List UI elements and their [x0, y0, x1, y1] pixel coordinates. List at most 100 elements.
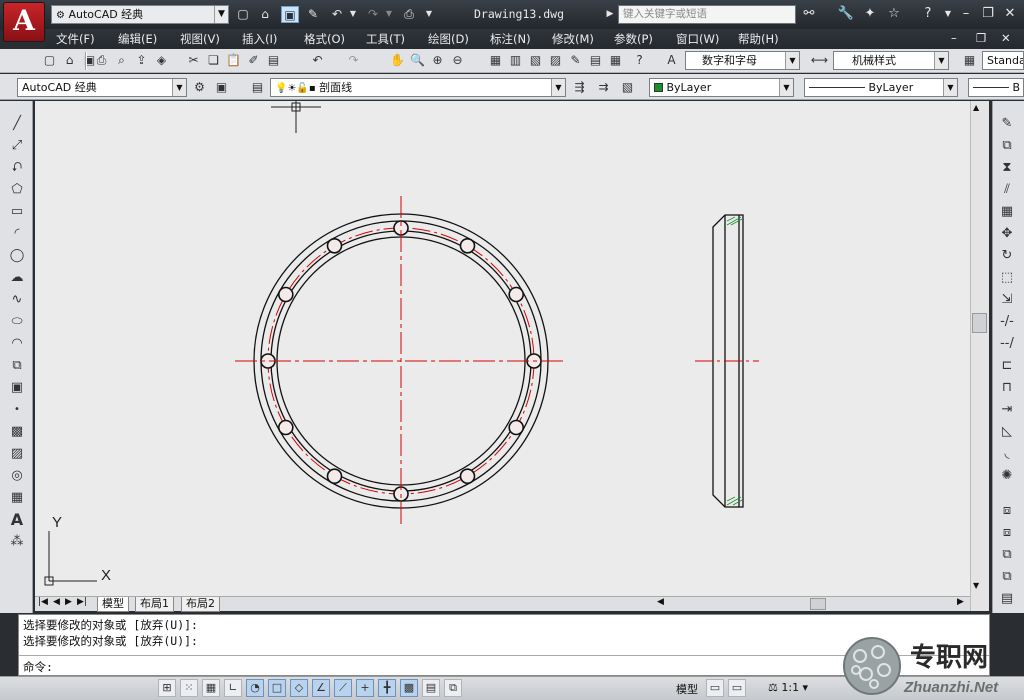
help-icon[interactable]: ? — [918, 5, 938, 24]
markup-icon[interactable]: ✎ — [566, 51, 585, 70]
break-icon[interactable]: ⊓ — [997, 378, 1017, 398]
print-icon[interactable]: ⎙ — [92, 51, 111, 70]
ellipse-arc-icon[interactable]: ◠ — [7, 334, 27, 354]
paste-icon[interactable]: 📋 — [224, 51, 243, 70]
bolt-hole[interactable] — [459, 238, 476, 254]
lineweight-select[interactable]: B — [968, 78, 1024, 97]
drawing-area[interactable]: Y X — [35, 101, 970, 596]
key-icon[interactable]: 🔧 — [836, 5, 856, 24]
tool-palettes-icon[interactable]: ▧ — [526, 51, 545, 70]
spline-icon[interactable]: ∿ — [7, 290, 27, 310]
open-icon[interactable]: ⌂ — [60, 51, 79, 70]
search-input[interactable]: 键入关键字或短语 — [618, 5, 796, 24]
model-space-label[interactable]: 模型 — [676, 681, 698, 697]
draworder-above-icon[interactable]: ⧉ — [997, 545, 1017, 565]
copy-object-icon[interactable]: ⧉ — [997, 136, 1017, 156]
point-icon[interactable]: • — [7, 400, 27, 420]
menu-tools[interactable]: 工具(T) — [366, 31, 405, 47]
title-expand-icon[interactable]: ▶ — [600, 5, 620, 24]
arc-icon[interactable]: ◜ — [7, 224, 27, 244]
show-lineweight-icon[interactable]: ╋ — [378, 679, 396, 697]
quick-properties-icon[interactable]: ▤ — [422, 679, 440, 697]
bolt-hole[interactable] — [508, 419, 525, 436]
tab-nav-last-icon[interactable]: ▶| — [77, 597, 87, 607]
selection-cycling-icon[interactable]: ⧉ — [444, 679, 462, 697]
copy-icon[interactable]: ❏ — [204, 51, 223, 70]
tab-layout2[interactable]: 布局2 — [181, 597, 220, 612]
draworder-back-icon[interactable]: ⧈ — [997, 523, 1017, 543]
print-preview-icon[interactable]: ⌕ — [112, 51, 131, 70]
scroll-thumb[interactable] — [972, 313, 987, 333]
rotate-icon[interactable]: ↻ — [997, 246, 1017, 266]
join-icon[interactable]: ⇥ — [997, 400, 1017, 420]
move-icon[interactable]: ✥ — [997, 224, 1017, 244]
add-selected-icon[interactable]: ⁂ — [7, 532, 27, 552]
menu-format[interactable]: 格式(O) — [304, 31, 345, 47]
break-at-point-icon[interactable]: ⊏ — [997, 356, 1017, 376]
menu-close[interactable]: ✕ — [1001, 31, 1011, 45]
layer-previous-icon[interactable]: ⇉ — [594, 78, 613, 97]
design-center-icon[interactable]: ▥ — [506, 51, 525, 70]
chevron-down-icon[interactable]: ▼ — [779, 79, 793, 96]
chamfer-icon[interactable]: ◺ — [997, 422, 1017, 442]
explode-icon[interactable]: ✺ — [997, 466, 1017, 486]
ortho-mode-icon[interactable]: ∟ — [224, 679, 242, 697]
offset-icon[interactable]: ⫽ — [997, 180, 1017, 200]
cut-icon[interactable]: ✂ — [184, 51, 203, 70]
menu-edit[interactable]: 编辑(E) — [118, 31, 157, 47]
dimension-style-select[interactable]: 机械样式 ▼ — [833, 51, 949, 70]
infer-constraints-icon[interactable]: ⊞ — [158, 679, 176, 697]
vertical-scrollbar[interactable]: ▲ ▼ — [970, 101, 989, 611]
draworder-front-icon[interactable]: ⧈ — [997, 501, 1017, 521]
object-snap-icon[interactable]: □ — [268, 679, 286, 697]
menu-file[interactable]: 文件(F) — [56, 31, 95, 47]
polyline-icon[interactable]: ⮏ — [7, 158, 27, 178]
command-prompt[interactable]: 命令: — [23, 659, 53, 675]
application-menu-button[interactable]: A — [3, 2, 45, 42]
snap-mode-icon[interactable]: ⁙ — [180, 679, 198, 697]
menu-help[interactable]: 帮助(H) — [738, 31, 779, 47]
scroll-down-icon[interactable]: ▼ — [973, 581, 979, 590]
draworder-under-icon[interactable]: ⧉ — [997, 567, 1017, 587]
workspace-select[interactable]: AutoCAD 经典 ▼ — [17, 78, 187, 97]
text-style-icon[interactable]: A — [662, 51, 681, 70]
chevron-down-icon[interactable]: ▼ — [785, 52, 799, 69]
ellipse-icon[interactable]: ⬭ — [7, 312, 27, 332]
sheet-set-icon[interactable]: ▨ — [546, 51, 565, 70]
table-style-select[interactable]: Standa — [982, 51, 1024, 70]
plot-icon[interactable]: ⎙ — [400, 6, 418, 23]
minimize-button[interactable]: – — [956, 5, 976, 24]
bolt-hole[interactable] — [278, 419, 294, 436]
bolt-hole[interactable] — [508, 286, 525, 303]
communication-center-icon[interactable]: ✦ — [860, 5, 880, 24]
quick-view-drawings-icon[interactable]: ▭ — [728, 679, 746, 697]
scroll-up-icon[interactable]: ▲ — [973, 103, 979, 112]
make-current-layer-icon[interactable]: ⇶ — [570, 78, 589, 97]
menu-insert[interactable]: 插入(I) — [242, 31, 277, 47]
scale-icon[interactable]: ⬚ — [997, 268, 1017, 288]
polygon-icon[interactable]: ⬠ — [7, 180, 27, 200]
chevron-down-icon[interactable]: ▼ — [172, 79, 186, 96]
mirror-icon[interactable]: ⧗ — [997, 158, 1017, 178]
open-file-icon[interactable]: ⌂ — [256, 6, 274, 23]
menu-view[interactable]: 视图(V) — [180, 31, 220, 47]
transparency-icon[interactable]: ▩ — [400, 679, 418, 697]
erase-icon[interactable]: ✎ — [997, 114, 1017, 134]
layer-select[interactable]: 💡☀🔓▪ 剖面线 ▼ — [270, 78, 566, 97]
close-button[interactable]: ✕ — [1000, 5, 1020, 24]
workspace-save-icon[interactable]: ▣ — [212, 78, 231, 97]
binoculars-icon[interactable]: ⚯ — [799, 5, 819, 24]
bolt-hole[interactable] — [326, 468, 343, 485]
extend-icon[interactable]: --/ — [997, 334, 1017, 354]
undo-dropdown-icon[interactable]: ▼ — [344, 6, 362, 23]
menu-dimension[interactable]: 标注(N) — [490, 31, 531, 47]
help-dropdown-icon[interactable]: ▼ — [938, 5, 958, 24]
linetype-select[interactable]: ByLayer ▼ — [804, 78, 958, 97]
menu-draw[interactable]: 绘图(D) — [428, 31, 469, 47]
match-properties-icon[interactable]: ✐ — [244, 51, 263, 70]
line-icon[interactable]: ╱ — [7, 114, 27, 134]
menu-window[interactable]: 窗口(W) — [676, 31, 719, 47]
dimension-style-icon[interactable]: ⟷ — [810, 51, 829, 70]
drawing-svg[interactable]: Y X — [35, 101, 970, 596]
new-icon[interactable]: ▢ — [40, 51, 59, 70]
